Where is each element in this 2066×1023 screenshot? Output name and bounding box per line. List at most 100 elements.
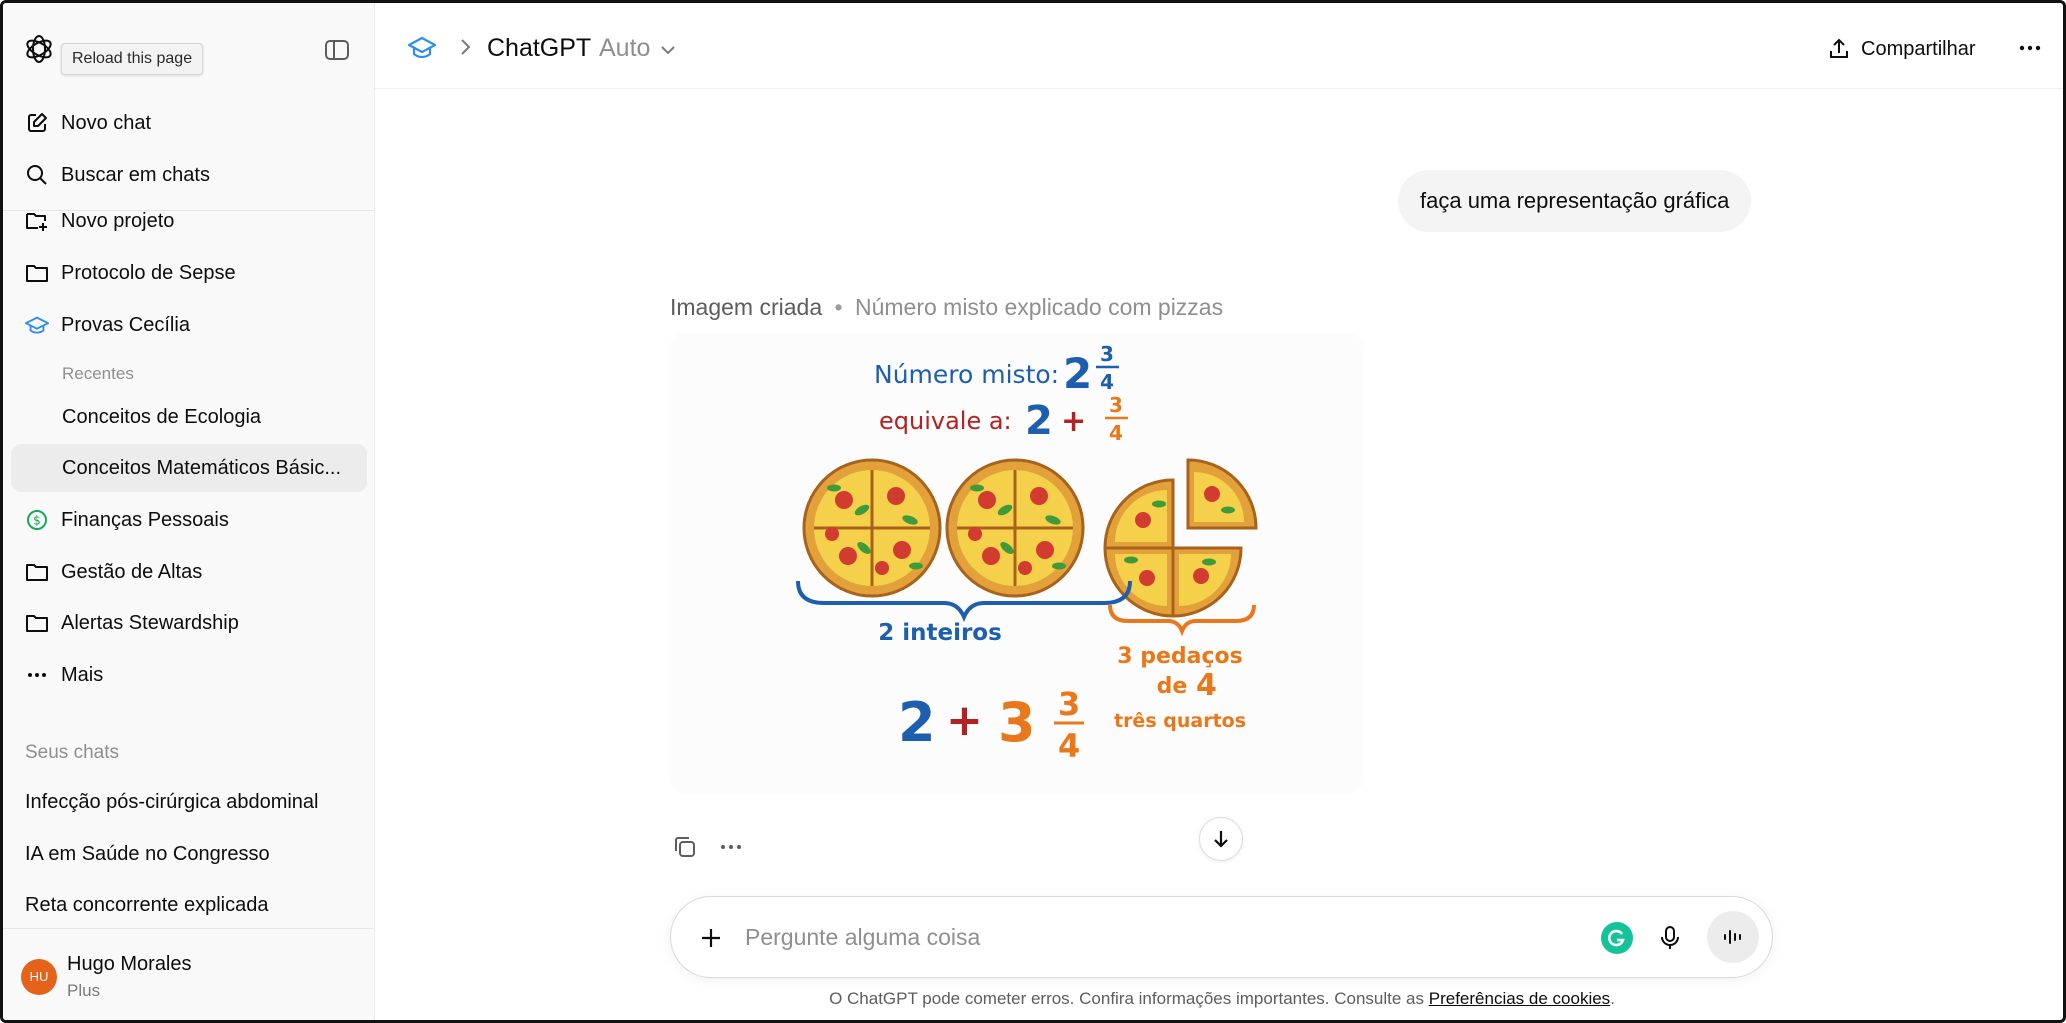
plus-icon[interactable] (697, 924, 725, 952)
bottom-plus: + (946, 695, 983, 746)
graduation-cap-icon[interactable] (407, 33, 437, 63)
sidebar-item-new-chat[interactable]: Novo chat (11, 99, 367, 147)
sidebar-item-search[interactable]: Buscar em chats (11, 151, 367, 199)
chevron-right-icon (461, 39, 471, 55)
folder-plus-icon (25, 209, 49, 233)
voice-mode-button[interactable] (1707, 911, 1759, 963)
top-bar: ChatGPT Auto Compartilhar (375, 3, 2063, 89)
line2-numerator: 3 (1109, 393, 1123, 417)
disclaimer-end: . (1610, 989, 1615, 1008)
whole-pizza (945, 458, 1085, 598)
chat-item[interactable]: Infecção pós-cirúrgica abdominal (11, 778, 367, 826)
image-caption: Imagem criada • Número misto explicado c… (670, 294, 1223, 321)
line1-denominator: 4 (1100, 370, 1114, 394)
sidebar-item-label: Mais (61, 663, 104, 686)
ellipsis-icon (25, 663, 49, 687)
dollar-icon: $ (25, 508, 49, 532)
pieces-label-line1: 3 pedaços (1117, 644, 1242, 669)
chevron-down-icon[interactable] (659, 41, 677, 59)
mixed-number-illustration: Número misto: 2 3 4 equivale a: 2 + 3 4 (796, 342, 1258, 765)
user-message: faça uma representação gráfica (1398, 170, 1752, 232)
line2-label: equivale a: (879, 407, 1012, 435)
image-description: Número misto explicado com pizzas (854, 294, 1224, 320)
sidebar-top: Reload this page (3, 3, 375, 99)
sidebar-item-provas-cecilia[interactable]: Provas Cecília (11, 301, 367, 349)
edit-icon (25, 111, 49, 135)
share-icon (1830, 38, 1848, 58)
folder-icon (25, 611, 49, 635)
grammarly-icon[interactable] (1601, 922, 1633, 954)
wholes-label: 2 inteiros (878, 620, 1002, 646)
pieces-label-four: 4 (1196, 668, 1217, 703)
caption-separator: • (834, 294, 843, 320)
recent-section-label: Recentes (62, 364, 134, 383)
model-title[interactable]: ChatGPT (487, 34, 591, 63)
cookie-preferences-link[interactable]: Preferências de cookies (1429, 989, 1610, 1008)
sidebar-item-alertas-stewardship[interactable]: Alertas Stewardship (11, 599, 367, 647)
sidebar-item-label: Novo projeto (61, 209, 175, 232)
sidebar-item-conceitos-matematicos[interactable]: Conceitos Matemáticos Básic... (11, 444, 367, 492)
sidebar-item-label: Gestão de Altas (61, 560, 203, 583)
sidebar-item-label: Novo chat (61, 111, 152, 134)
pizza-slice (1186, 458, 1258, 530)
bottom-denominator: 4 (1058, 727, 1080, 765)
words-label: três quartos (1114, 710, 1246, 732)
chat-item[interactable]: Reta concorrente explicada (11, 881, 367, 929)
line2-denominator: 4 (1109, 421, 1123, 445)
sidebar-item-label: Provas Cecília (61, 313, 190, 336)
app-window: Reload this page Novo chat Buscar em cha… (0, 0, 2066, 1023)
generated-image[interactable]: Número misto: 2 3 4 equivale a: 2 + 3 4 (670, 333, 1363, 793)
openai-logo-icon[interactable] (21, 31, 57, 67)
user-plan: Plus (67, 981, 101, 1000)
sidebar-item-financas-pessoais[interactable]: $ Finanças Pessoais (11, 496, 367, 544)
scroll-down-button[interactable] (1199, 817, 1243, 861)
sidebar-toggle-icon[interactable] (323, 36, 351, 64)
message-composer: Pergunte alguma coisa (670, 896, 1773, 978)
share-button[interactable]: Compartilhar (1827, 31, 1975, 67)
sidebar-item-label: Finanças Pessoais (61, 508, 229, 531)
bottom-three: 3 (998, 691, 1036, 754)
line1-label: Número misto: (874, 360, 1059, 389)
disclaimer-text: O ChatGPT pode cometer erros. Confira in… (829, 989, 1425, 1008)
message-input[interactable]: Pergunte alguma coisa (745, 897, 980, 977)
bottom-numerator: 3 (1058, 685, 1080, 723)
avatar: HU (21, 959, 57, 995)
sidebar-item-gestao-altas[interactable]: Gestão de Altas (11, 548, 367, 596)
sidebar-item-new-project[interactable]: Novo projeto (11, 197, 367, 245)
your-chats-section-label: Seus chats (25, 742, 119, 763)
sidebar-item-protocolo-sepse[interactable]: Protocolo de Sepse (11, 249, 367, 297)
share-label: Compartilhar (1861, 37, 1976, 60)
sidebar-item-label: Protocolo de Sepse (61, 261, 236, 284)
microphone-icon[interactable] (1655, 923, 1685, 953)
footer-disclaimer: O ChatGPT pode cometer erros. Confira in… (375, 989, 2063, 1009)
sidebar-item-more[interactable]: Mais (11, 651, 367, 699)
svg-text:$: $ (33, 514, 41, 528)
sidebar: Reload this page Novo chat Buscar em cha… (3, 3, 375, 1020)
sidebar-item-label: Alertas Stewardship (61, 611, 239, 634)
bottom-whole: 2 (898, 691, 936, 754)
chat-item[interactable]: IA em Saúde no Congresso (11, 830, 367, 878)
sidebar-item-label: Conceitos de Ecologia (62, 405, 262, 428)
line2-plus: + (1061, 404, 1086, 439)
model-selector[interactable]: Auto (599, 34, 650, 63)
graduation-cap-icon (25, 313, 49, 337)
user-name: Hugo Morales (67, 953, 192, 975)
line1-whole: 2 (1063, 349, 1092, 398)
image-caption-label: Imagem criada (670, 294, 823, 320)
search-icon (25, 163, 49, 187)
line2-whole: 2 (1025, 398, 1053, 444)
folder-icon (25, 560, 49, 584)
reload-tooltip: Reload this page (61, 43, 204, 75)
user-profile[interactable]: HU Hugo Morales Plus (3, 928, 375, 1020)
arrow-down-icon (1214, 831, 1228, 848)
waveform-icon (1724, 930, 1741, 944)
copy-icon[interactable] (671, 833, 699, 861)
pieces-label-prefix: de (1157, 674, 1188, 699)
sidebar-item-conceitos-ecologia[interactable]: Conceitos de Ecologia (11, 393, 367, 441)
sidebar-item-label: Buscar em chats (61, 163, 210, 186)
more-options-icon[interactable] (2015, 33, 2045, 63)
folder-icon (25, 261, 49, 285)
line1-numerator: 3 (1100, 342, 1114, 366)
more-actions-icon[interactable] (717, 833, 745, 861)
sidebar-item-label: Conceitos Matemáticos Básic... (62, 456, 341, 479)
